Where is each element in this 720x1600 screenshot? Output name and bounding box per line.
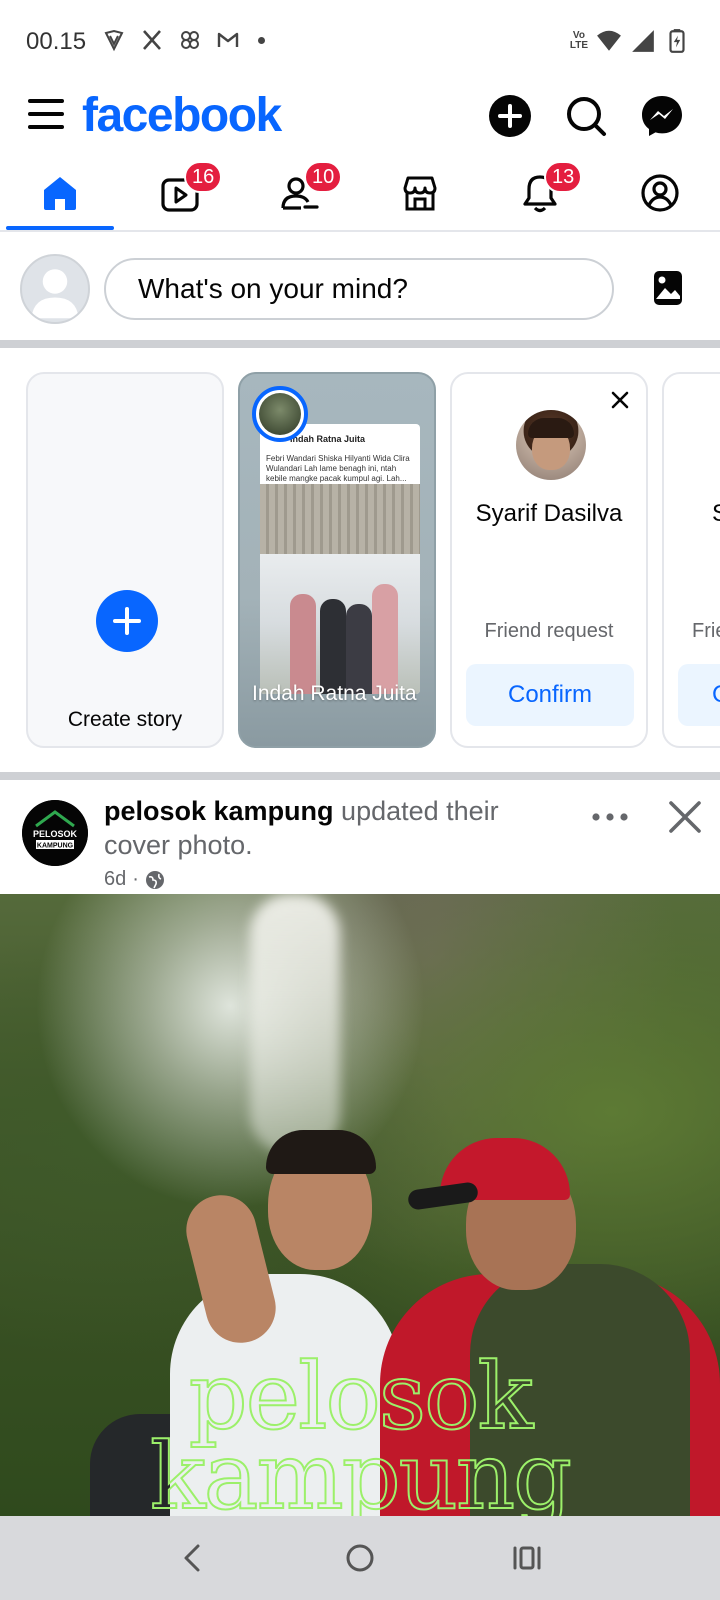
marketplace-icon <box>403 176 437 211</box>
volte-indicator: Vo LTE <box>570 31 588 51</box>
whats-on-your-mind-input[interactable]: What's on your mind? <box>104 258 614 320</box>
volte-lte: LTE <box>569 40 588 51</box>
story-photo-roof <box>260 484 420 554</box>
gmail-icon <box>217 32 239 47</box>
messenger-button[interactable] <box>640 94 684 138</box>
story-post-author: Indah Ratna Juita <box>290 434 366 444</box>
friend-name[interactable]: Syarif Dasilva <box>452 500 646 528</box>
default-avatar-icon <box>31 269 79 319</box>
tab-notifications[interactable]: 13 <box>480 156 600 230</box>
tab-friends[interactable]: 10 <box>240 156 360 230</box>
tab-home[interactable] <box>0 156 120 230</box>
post-time[interactable]: 6d <box>104 868 126 891</box>
cover-text-line-2: kampung <box>149 1423 573 1517</box>
post-author[interactable]: pelosok kampung <box>104 796 334 826</box>
status-left-icons <box>102 28 265 52</box>
create-story-card[interactable]: Create story <box>26 372 224 748</box>
story-author-name: Indah Ratna Juita <box>252 682 417 705</box>
logo-text-1: PELOSOK <box>33 829 78 839</box>
messenger-icon <box>642 96 682 136</box>
pelosok-kampung-logo: PELOSOK KAMPUNG <box>22 800 88 866</box>
create-story-label: Create story <box>67 708 183 731</box>
section-divider <box>0 340 720 348</box>
photo-waterfall <box>250 894 340 1154</box>
post-composer: What's on your mind? <box>0 232 720 344</box>
close-icon[interactable] <box>608 388 632 412</box>
tab-video-badge: 16 <box>184 161 223 193</box>
tab-friends-badge: 10 <box>304 161 343 193</box>
notification-dot-icon <box>258 36 265 44</box>
search-button[interactable] <box>564 94 608 138</box>
story-card[interactable]: Indah Ratna Juita Febri Wandari Shiska H… <box>238 372 436 748</box>
stories-tray: Create story Indah Ratna Juita Febri Wan… <box>0 352 720 772</box>
recents-icon[interactable] <box>509 1540 545 1576</box>
home-icon <box>44 177 76 210</box>
facebook-logo[interactable]: facebook <box>82 88 282 143</box>
more-options-icon[interactable] <box>588 802 632 832</box>
status-right-icons: Vo LTE <box>570 28 690 54</box>
post-meta: 6d · <box>104 868 165 891</box>
tab-profile[interactable] <box>600 156 720 230</box>
page-avatar[interactable]: PELOSOK KAMPUNG <box>22 800 88 866</box>
status-time: 00.15 <box>26 28 87 55</box>
photo-person-1-hair <box>266 1130 376 1174</box>
friend-request-card-next[interactable]: S Frie C <box>662 372 720 748</box>
create-icon <box>489 95 531 137</box>
friend-avatar[interactable] <box>516 410 586 480</box>
vpn-shield-icon <box>104 29 124 52</box>
battery-charging-icon <box>669 29 685 53</box>
wifi-icon <box>597 30 621 51</box>
story-photo <box>260 554 420 694</box>
main-tab-bar: 16 10 13 <box>0 156 720 232</box>
logo-text-2: KAMPUNG <box>37 843 74 850</box>
profile-icon <box>641 174 679 212</box>
hide-post-icon[interactable] <box>664 796 706 838</box>
app-header: facebook <box>0 84 720 148</box>
user-avatar[interactable] <box>20 254 90 324</box>
confirm-button-peek[interactable]: C <box>678 664 720 726</box>
globe-icon <box>145 870 164 889</box>
cover-photo[interactable]: pelosok kampung <box>0 894 720 1516</box>
pinwheel-icon <box>181 31 199 49</box>
photo-button[interactable] <box>646 266 690 310</box>
back-icon[interactable] <box>175 1540 211 1576</box>
tab-marketplace[interactable] <box>360 156 480 230</box>
x-app-icon <box>143 30 161 50</box>
system-nav-bar <box>0 1516 720 1600</box>
tab-notifications-badge: 13 <box>544 161 583 193</box>
photo-icon <box>654 271 682 305</box>
status-bar: 00.15 Vo LTE <box>0 0 720 84</box>
section-divider <box>0 772 720 780</box>
create-button[interactable] <box>488 94 532 138</box>
menu-icon[interactable] <box>26 96 66 132</box>
create-story-plus-icon <box>96 590 158 652</box>
home-circle-icon[interactable] <box>342 1540 378 1576</box>
confirm-button[interactable]: Confirm <box>466 664 634 726</box>
friend-name-peek: S <box>712 500 720 528</box>
post-headline: pelosok kampung updated their cover phot… <box>104 794 554 862</box>
story-avatar <box>252 386 308 442</box>
tab-video[interactable]: 16 <box>120 156 240 230</box>
friend-request-card: Syarif Dasilva Friend request Confirm <box>450 372 648 748</box>
friend-request-label: Friend request <box>484 620 614 642</box>
story-post-preview: Indah Ratna Juita Febri Wandari Shiska H… <box>260 424 420 694</box>
meta-separator: · <box>132 868 139 890</box>
friend-request-label-peek: Frie <box>692 620 720 642</box>
story-post-text: Febri Wandari Shiska Hilyanti Wida Clira… <box>266 454 410 483</box>
search-icon <box>567 97 606 136</box>
signal-icon <box>632 30 654 52</box>
